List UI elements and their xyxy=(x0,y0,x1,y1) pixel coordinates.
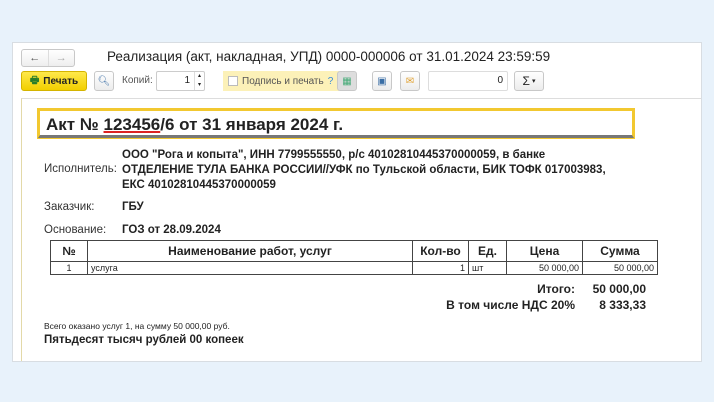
services-table: № Наименование работ, услуг Кол-во Ед. Ц… xyxy=(50,240,658,275)
chevron-down-icon: ▾ xyxy=(531,78,536,85)
table-edit-icon: ▦ xyxy=(342,75,352,87)
document-area: Акт № 123456/6 от 31 января 2024 г. Испо… xyxy=(21,98,701,361)
customer-label: Заказчик: xyxy=(44,201,95,213)
sum-field[interactable]: 0 xyxy=(428,71,508,91)
table-row: 1 услуга 1 шт 50 000,00 50 000,00 xyxy=(50,261,658,275)
checkbox-icon[interactable] xyxy=(228,76,238,86)
customer-value: ГБУ xyxy=(122,201,144,213)
copies-stepper[interactable]: 1 ▴ ▾ xyxy=(156,71,205,91)
back-arrow-icon[interactable]: ← xyxy=(22,50,48,66)
sign-and-stamp-checkbox[interactable]: Подпись и печать ? xyxy=(223,71,339,91)
magnifier-icon: 🔍︎ xyxy=(97,75,111,87)
basis-value: ГОЗ от 28.09.2024 xyxy=(122,224,221,236)
help-icon[interactable]: ? xyxy=(328,76,334,87)
edit-button[interactable]: ▦ xyxy=(337,71,357,91)
envelope-icon: ✉ xyxy=(405,75,415,87)
summary-text: Всего оказано услуг 1, на сумму 50 000,0… xyxy=(44,321,230,331)
floppy-icon: ▣ xyxy=(377,75,387,87)
preview-button[interactable]: 🔍︎ xyxy=(94,71,114,91)
email-button[interactable]: ✉ xyxy=(400,71,420,91)
document-window: ← → Реализация (акт, накладная, УПД) 000… xyxy=(12,42,702,362)
table-header: № Наименование работ, услуг Кол-во Ед. Ц… xyxy=(50,240,658,262)
save-button[interactable]: ▣ xyxy=(372,71,392,91)
window-title: Реализация (акт, накладная, УПД) 0000-00… xyxy=(107,49,551,64)
stepper-arrows-icon[interactable]: ▴ ▾ xyxy=(194,72,204,90)
forward-arrow-icon[interactable]: → xyxy=(47,50,75,66)
executor-label: Исполнитель: xyxy=(44,163,117,175)
executor-value: ООО "Рога и копыта", ИНН 7799555550, р/с… xyxy=(122,149,606,191)
document-title: Акт № 123456/6 от 31 января 2024 г. xyxy=(37,108,635,139)
copies-label: Копий: xyxy=(122,75,153,86)
printer-icon: 🖶 xyxy=(29,74,40,86)
total-value: 50 000,00 xyxy=(592,282,646,296)
basis-label: Основание: xyxy=(44,224,107,236)
total-label: Итого: xyxy=(537,282,575,296)
sum-dropdown[interactable]: Σ ▾ xyxy=(514,71,544,91)
print-button[interactable]: 🖶 Печать xyxy=(21,71,87,91)
vat-value: 8 333,33 xyxy=(599,298,646,312)
nav-buttons: ← → xyxy=(21,49,75,67)
amount-in-words: Пятьдесят тысяч рублей 00 копеек xyxy=(44,334,244,346)
vat-label: В том числе НДС 20% xyxy=(446,298,575,312)
